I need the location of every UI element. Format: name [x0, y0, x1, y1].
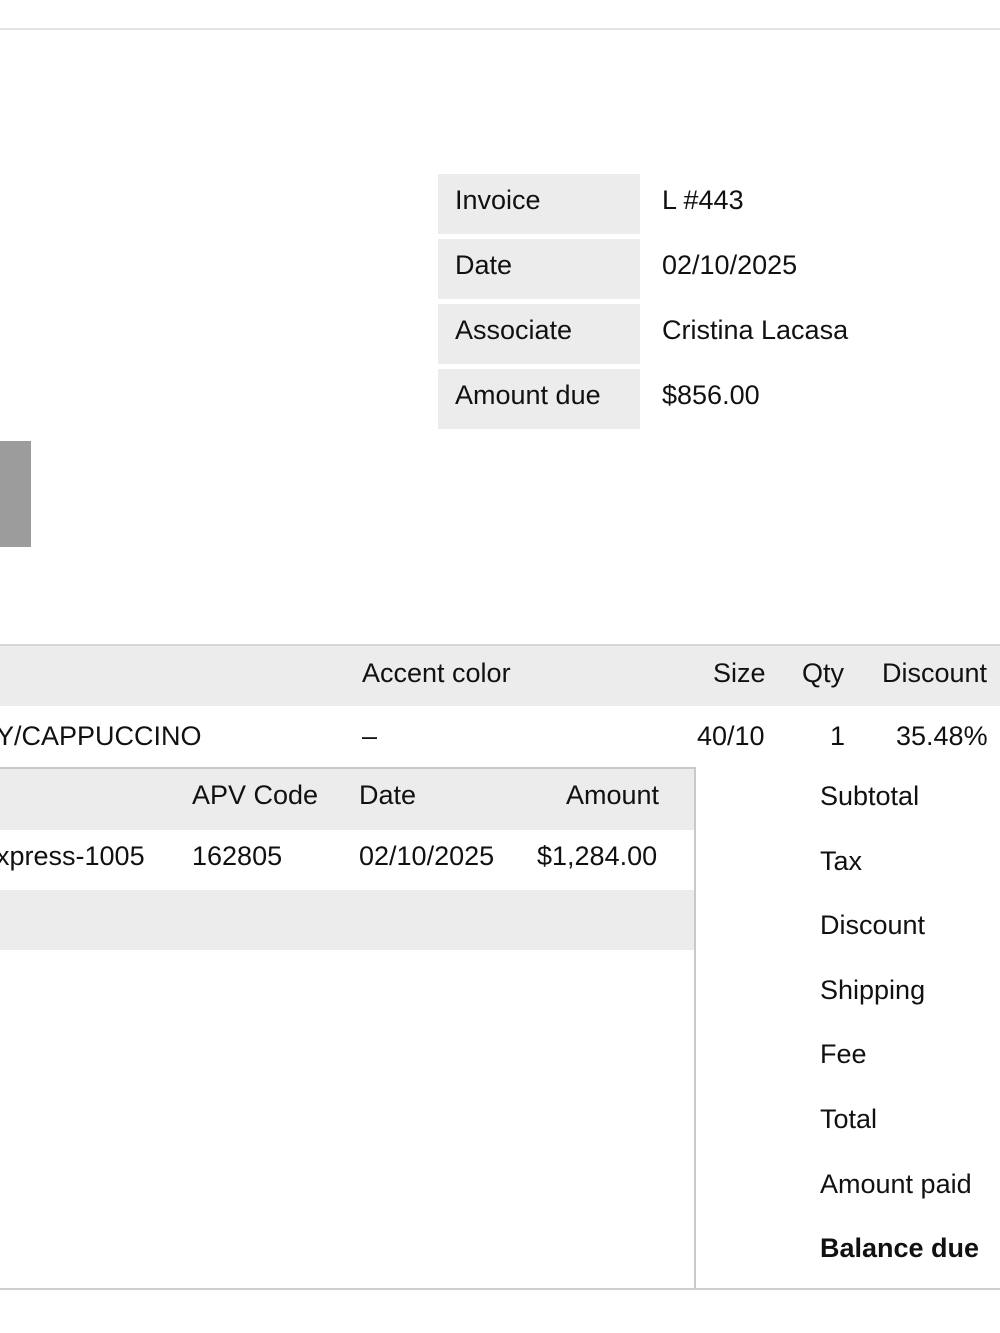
- meta-value: 02/10/2025: [662, 250, 798, 280]
- total-label-shipping: Shipping: [820, 975, 926, 1005]
- payment-apv-code: 162805: [192, 841, 283, 871]
- payment-amount: $1,284.00: [537, 841, 658, 871]
- meta-label: Amount due: [438, 369, 640, 429]
- total-label-tax: Tax: [820, 846, 863, 876]
- meta-value: $856.00: [662, 380, 760, 410]
- top-divider: [0, 28, 1000, 30]
- payment-method: xpress-1005: [0, 841, 145, 871]
- header-accent-color: Accent color: [362, 658, 511, 688]
- total-label-amount-paid: Amount paid: [820, 1169, 972, 1199]
- meta-value: L #443: [662, 185, 744, 215]
- table-row: Y/CAPPUCCINO – 40/10 1 35.48%: [0, 706, 1000, 768]
- meta-label: Associate: [438, 304, 640, 364]
- meta-label: Invoice: [438, 174, 640, 234]
- table-row: xpress-1005 162805 02/10/2025 $1,284.00: [0, 830, 694, 890]
- item-qty: 1: [830, 721, 846, 751]
- total-label-balance-due: Balance due: [820, 1233, 980, 1263]
- payments-empty-row: [0, 890, 694, 950]
- payments-table: APV Code Date Amount xpress-1005 162805 …: [0, 767, 696, 1290]
- total-label-total: Total: [820, 1104, 878, 1134]
- payments-header: APV Code Date Amount: [0, 769, 694, 830]
- total-label-fee: Fee: [820, 1039, 867, 1069]
- meta-label: Date: [438, 239, 640, 299]
- bottom-divider: [0, 1288, 1000, 1290]
- item-accent-color: –: [362, 721, 378, 751]
- header-size: Size: [713, 658, 766, 688]
- header-amount: Amount: [566, 780, 660, 810]
- invoice-page: Invoice L #443 Date 02/10/2025 Associate…: [0, 0, 1000, 1333]
- header-apv-code: APV Code: [192, 780, 319, 810]
- header-date: Date: [359, 780, 417, 810]
- items-table-header: Accent color Size Qty Discount: [0, 644, 1000, 706]
- meta-value: Cristina Lacasa: [662, 315, 849, 345]
- item-size: 40/10: [697, 721, 765, 751]
- item-discount: 35.48%: [896, 721, 988, 751]
- payment-date: 02/10/2025: [359, 841, 495, 871]
- item-name: Y/CAPPUCCINO: [0, 721, 202, 751]
- total-label-subtotal: Subtotal: [820, 781, 920, 811]
- logo-placeholder-block: [0, 441, 31, 547]
- header-qty: Qty: [802, 658, 845, 688]
- header-discount: Discount: [882, 658, 988, 688]
- total-label-discount: Discount: [820, 910, 926, 940]
